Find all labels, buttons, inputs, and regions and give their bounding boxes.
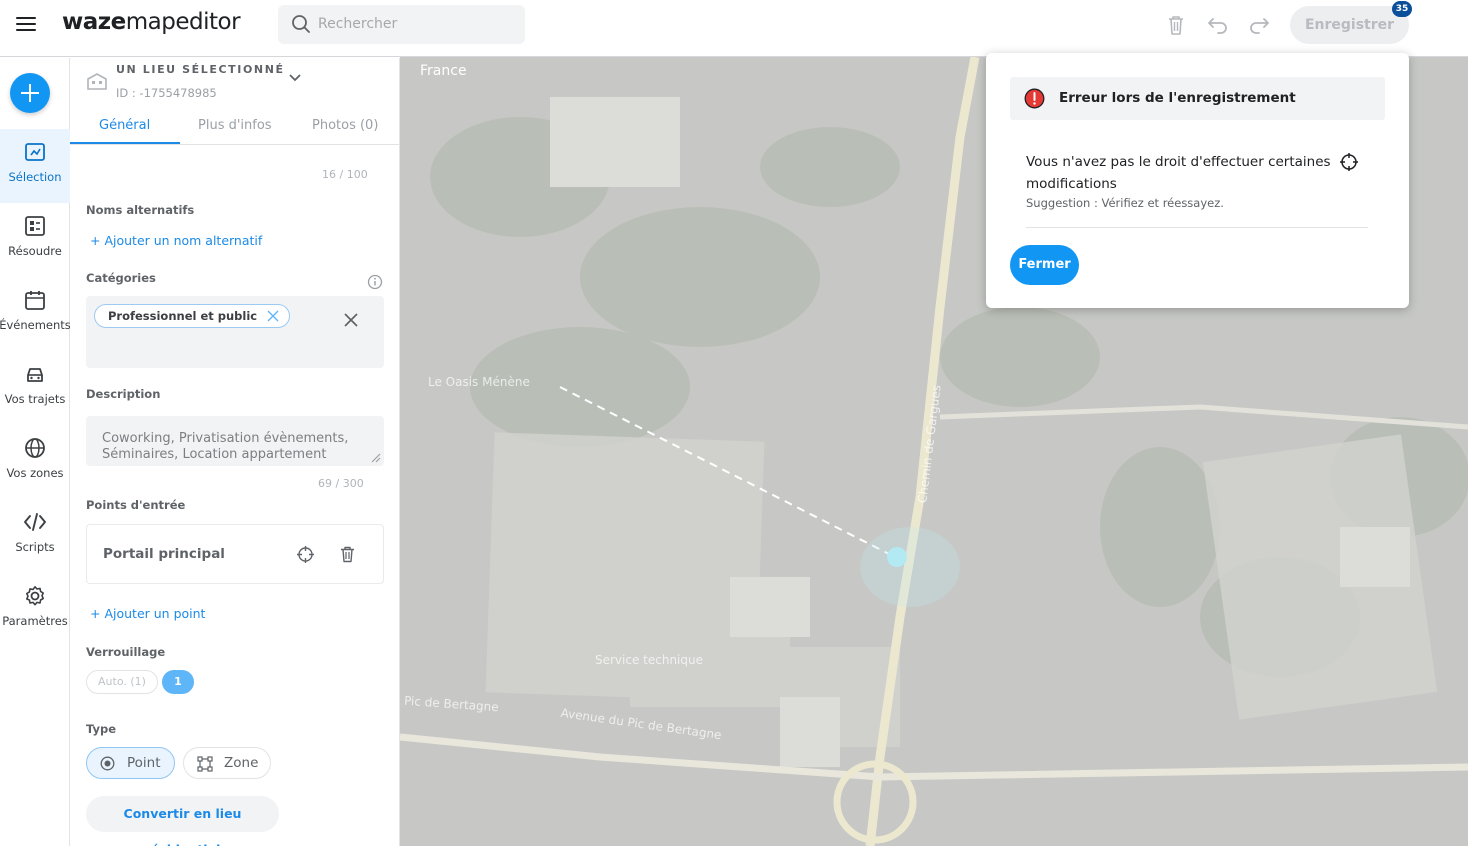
globe-icon <box>25 438 45 458</box>
selection-icon <box>25 143 45 161</box>
type-zone-button[interactable]: Zone <box>183 747 271 779</box>
remove-category-icon[interactable] <box>267 310 279 322</box>
app-logo: wazemapeditor <box>62 9 241 35</box>
tab-more-info[interactable]: Plus d'infos <box>198 118 272 133</box>
info-icon[interactable] <box>367 274 383 290</box>
error-message: Vous n'avez pas le droit d'effectuer cer… <box>1026 154 1331 192</box>
description-label: Description <box>86 387 161 401</box>
locate-icon[interactable] <box>297 546 314 563</box>
add-button[interactable] <box>10 73 50 113</box>
add-entry-point-link[interactable]: + Ajouter un point <box>90 606 205 621</box>
resolve-icon <box>25 216 45 236</box>
error-icon <box>1024 88 1045 109</box>
place-icon <box>87 73 107 90</box>
nav-label: Résoudre <box>8 244 62 258</box>
locate-icon[interactable] <box>1340 153 1358 171</box>
menu-icon[interactable] <box>16 17 36 33</box>
save-button[interactable]: Enregistrer <box>1290 6 1409 44</box>
type-point-button[interactable]: Point <box>86 747 175 779</box>
nav-label: Vos trajets <box>4 392 66 406</box>
lock-label: Verrouillage <box>86 645 166 659</box>
categories-field[interactable]: Professionnel et public <box>86 296 384 368</box>
pending-changes-badge: 35 <box>1392 1 1412 17</box>
panel-title: UN LIEU SÉLECTIONNÉ <box>116 63 285 76</box>
calendar-icon <box>25 291 45 310</box>
map-poi-label: Le Oasis Ménène <box>428 375 530 389</box>
trash-icon[interactable] <box>1166 14 1186 36</box>
alt-names-label: Noms alternatifs <box>86 203 195 217</box>
gear-icon <box>26 586 44 606</box>
type-label: Type <box>86 722 117 736</box>
save-error-dialog: Erreur lors de l'enregistrement Vous n'a… <box>986 53 1409 308</box>
map-country-label: France <box>420 63 467 79</box>
nav-label: Paramètres <box>2 614 68 628</box>
delete-entry-icon[interactable] <box>340 546 355 563</box>
search-icon <box>292 15 310 33</box>
nav-item-settings[interactable]: Paramètres <box>0 573 70 647</box>
convert-residential-button[interactable]: Convertir en lieu résidentiel <box>86 796 279 846</box>
nav-item-resolve[interactable]: Résoudre <box>0 203 70 277</box>
map-poi-label: Service technique <box>595 653 703 667</box>
zone-icon <box>197 756 213 772</box>
top-bar: wazemapeditor Rechercher Enregistrer 35 <box>0 0 1468 57</box>
nav-label: Sélection <box>8 170 62 184</box>
category-chip-label: Professionnel et public <box>108 309 258 323</box>
categories-label: Catégories <box>86 271 156 285</box>
nav-label: Vos zones <box>6 466 64 480</box>
error-title: Erreur lors de l'enregistrement <box>1059 90 1296 106</box>
active-tab-indicator <box>70 142 180 144</box>
undo-icon[interactable] <box>1207 16 1229 34</box>
clear-categories-icon[interactable] <box>344 313 358 327</box>
nav-item-zones[interactable]: Vos zones <box>0 425 70 499</box>
entry-point-name: Portail principal <box>103 546 225 562</box>
error-suggestion: Suggestion : Vérifiez et réessayez. <box>1026 196 1224 210</box>
add-alt-name-link[interactable]: + Ajouter un nom alternatif <box>90 233 262 248</box>
lock-auto-option[interactable]: Auto. (1) <box>86 670 158 694</box>
name-counter: 16 / 100 <box>322 168 368 181</box>
close-button[interactable]: Fermer <box>1010 245 1079 285</box>
lock-level-1-option[interactable]: 1 <box>162 670 194 694</box>
tab-photos[interactable]: Photos (0) <box>312 118 378 133</box>
description-value: Coworking, Privatisation évènements, Sém… <box>102 431 349 462</box>
redo-icon[interactable] <box>1248 16 1270 34</box>
description-counter: 69 / 300 <box>318 477 364 490</box>
nav-item-trips[interactable]: Vos trajets <box>0 351 70 425</box>
edit-panel: UN LIEU SÉLECTIONNÉ ID : -1755478985 Gén… <box>70 58 400 846</box>
radio-point-icon <box>100 756 115 771</box>
chevron-down-icon[interactable] <box>289 74 301 82</box>
search-input[interactable]: Rechercher <box>278 5 525 44</box>
panel-tabs: Général Plus d'infos Photos (0) <box>70 113 399 145</box>
entry-point-item[interactable]: Portail principal <box>86 524 384 584</box>
nav-item-scripts[interactable]: Scripts <box>0 499 70 573</box>
tab-general[interactable]: Général <box>99 118 150 133</box>
category-chip: Professionnel et public <box>94 304 291 328</box>
resize-handle-icon[interactable] <box>369 451 381 463</box>
type-zone-label: Zone <box>224 755 259 771</box>
entry-points-label: Points d'entrée <box>86 498 186 512</box>
left-nav: Sélection Résoudre Événements Vos trajet… <box>0 58 71 846</box>
search-placeholder: Rechercher <box>318 16 398 32</box>
nav-item-selection[interactable]: Sélection <box>0 129 70 203</box>
type-point-label: Point <box>127 755 161 771</box>
nav-item-events[interactable]: Événements <box>0 277 71 351</box>
nav-label: Scripts <box>15 540 55 554</box>
nav-label: Événements <box>0 318 71 332</box>
car-icon <box>27 368 43 382</box>
place-id: ID : -1755478985 <box>116 86 217 100</box>
error-header: Erreur lors de l'enregistrement <box>1010 77 1385 120</box>
code-icon <box>24 513 46 531</box>
divider <box>1026 227 1368 228</box>
description-textarea[interactable]: Coworking, Privatisation évènements, Sém… <box>86 416 384 466</box>
